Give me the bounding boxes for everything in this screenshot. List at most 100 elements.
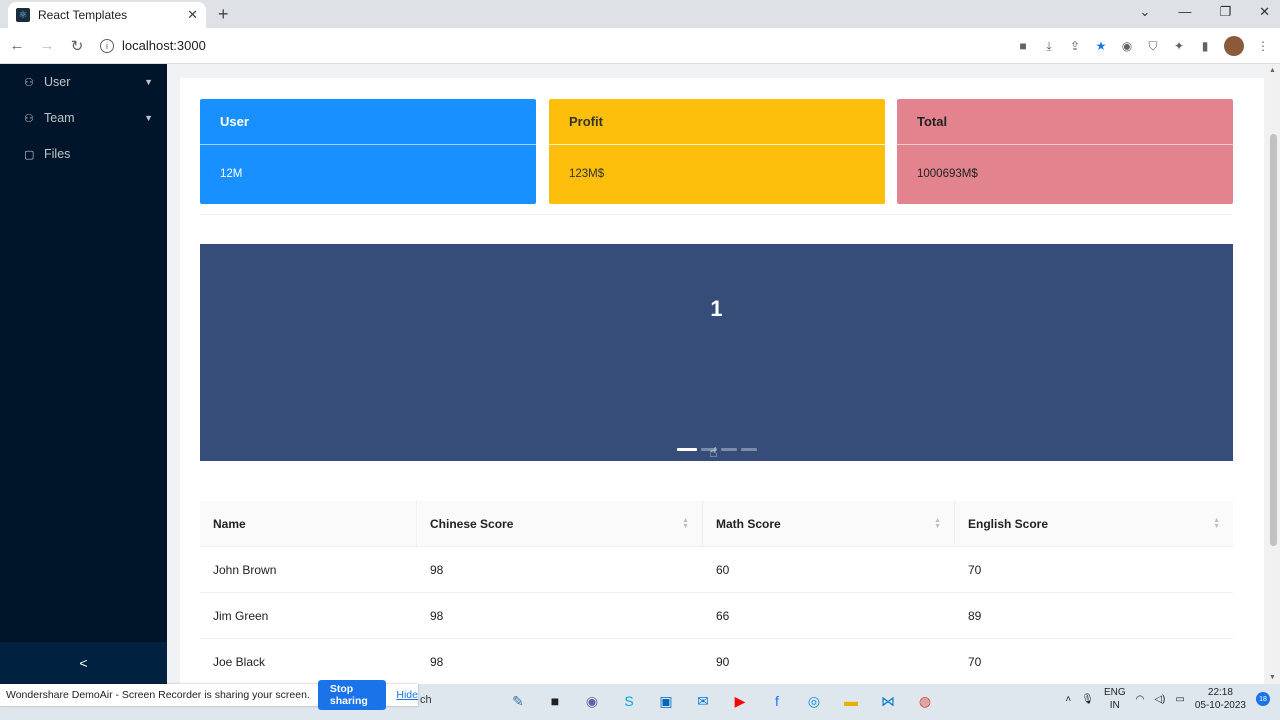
table-cell-math-score: 90 (716, 654, 730, 669)
puzzle-icon[interactable]: ✦ (1172, 39, 1186, 53)
volume-icon[interactable]: ◁) (1154, 694, 1165, 705)
hand-cursor-icon: ☝ (709, 444, 718, 460)
menu-kebab-icon[interactable]: ⋮ (1256, 39, 1270, 53)
divider (200, 214, 1232, 215)
table-cell-math-score: 60 (716, 562, 730, 577)
card-title: Total (897, 99, 1233, 145)
camera-icon[interactable]: ■ (1016, 39, 1030, 53)
table-row: Jim Green 98 66 89 (200, 593, 1233, 639)
carousel-dot[interactable] (720, 448, 737, 451)
browser-tab[interactable]: ⚛ React Templates ✕ (8, 2, 206, 28)
sort-icon[interactable]: ▲ ▼ (682, 517, 689, 530)
user-stat-card: User 12M (200, 99, 536, 204)
clock-time: 22:18 (1207, 687, 1233, 698)
shield-icon[interactable]: ⛉ (1146, 39, 1160, 53)
column-header-chinese-score[interactable]: Chinese Score ▲ ▼ (417, 501, 703, 546)
clock-date: 05-10-2023 (1194, 700, 1246, 711)
forward-button[interactable]: → (34, 37, 60, 54)
sidebar-item-label: User (44, 75, 71, 89)
content-panel: User 12M Profit 123M$ Total 1000693M$ 1 (180, 78, 1264, 698)
file-explorer-icon[interactable]: ▬ (839, 690, 863, 712)
taskbar-search-text[interactable]: ch (420, 694, 432, 706)
carousel[interactable]: 1 (200, 244, 1233, 461)
new-tab-button[interactable]: + (218, 4, 229, 25)
side-panel-icon[interactable]: ▮ (1198, 39, 1212, 53)
teams-icon[interactable]: ◉ (580, 690, 604, 712)
table-header-row: Name Chinese Score ▲ ▼ Math Score ▲ ▼ Engl… (200, 501, 1233, 547)
scroll-down-icon[interactable]: ▼ (1269, 674, 1276, 681)
carousel-slide-label: 1 (710, 296, 723, 321)
sidebar-item-user[interactable]: ⚇ User ▼ (0, 64, 167, 100)
mail-icon[interactable]: ✉ (691, 690, 715, 712)
language-code: ENG (1103, 687, 1126, 698)
page-scrollbar[interactable]: ▲ ▼ (1267, 64, 1280, 684)
column-header-english-score[interactable]: English Score ▲ ▼ (955, 501, 1233, 546)
chevron-up-icon[interactable]: ˄ (1065, 694, 1071, 705)
language-indicator[interactable]: ENG IN (1104, 686, 1126, 712)
store-icon[interactable]: ▣ (654, 690, 678, 712)
profit-stat-card: Profit 123M$ (549, 99, 885, 204)
address-bar: ← → ↻ i localhost:3000 ■ ⤓ ⇪ ★ ◉ ⛉ ✦ ▮ ⋮ (0, 28, 1280, 64)
search-highlight-icon[interactable]: ✎ (506, 690, 530, 712)
column-header-label: Name (213, 516, 246, 531)
minimize-button[interactable]: — (1178, 4, 1191, 20)
user-icon: ⚇ (24, 76, 34, 89)
sidebar-item-team[interactable]: ⚇ Team ▼ (0, 100, 167, 136)
edge-icon[interactable]: ◎ (802, 690, 826, 712)
screen-sharing-message: Wondershare DemoAir - Screen Recorder is… (6, 689, 310, 701)
chevron-left-icon: < (79, 655, 88, 671)
wifi-icon[interactable]: ◠ (1136, 694, 1145, 705)
clock[interactable]: 22:18 05-10-2023 (1195, 686, 1246, 712)
taskbar-apps: ✎ ■ ◉ S ▣ ✉ ▶ f ◎ ▬ ⋈ ◍ (506, 690, 937, 712)
tab-close-icon[interactable]: ✕ (187, 7, 198, 23)
sidebar: ⚇ User ▼ ⚇ Team ▼ ▢ Files < (0, 64, 167, 684)
column-header-label: English Score (968, 516, 1049, 531)
profile-avatar[interactable] (1224, 36, 1244, 56)
battery-icon[interactable]: ▭ (1175, 694, 1184, 705)
task-view-icon[interactable]: ■ (543, 690, 567, 712)
scrollbar-thumb[interactable] (1270, 134, 1277, 546)
share-icon[interactable]: ⇪ (1068, 39, 1082, 53)
card-title: User (200, 99, 536, 145)
system-tray: ˄ 🎙 ENG IN ◠ ◁) ▭ 22:18 05-10-2023 18 (1065, 686, 1270, 712)
info-icon[interactable]: i (100, 38, 114, 53)
close-window-button[interactable]: ✕ (1259, 4, 1270, 20)
table-row: Joe Black 98 90 70 (200, 639, 1233, 685)
extension-a-icon[interactable]: ◉ (1120, 39, 1134, 53)
table-cell-chinese-score: 98 (430, 654, 444, 669)
team-icon: ⚇ (24, 112, 34, 125)
sidebar-collapse-button[interactable]: < (0, 642, 167, 684)
sort-icon[interactable]: ▲ ▼ (934, 517, 941, 530)
back-button[interactable]: ← (4, 37, 30, 54)
scroll-up-icon[interactable]: ▲ (1269, 67, 1276, 74)
stop-sharing-button[interactable]: Stop sharing (317, 680, 387, 710)
facebook-icon[interactable]: f (765, 690, 789, 712)
url-field[interactable]: i localhost:3000 (100, 38, 206, 53)
table-cell-name: John Brown (213, 562, 277, 577)
sort-icon[interactable]: ▲ ▼ (1213, 517, 1220, 530)
reload-button[interactable]: ↻ (64, 37, 90, 55)
microphone-icon[interactable]: 🎙 (1081, 694, 1094, 705)
restore-button[interactable]: ❐ (1219, 4, 1231, 20)
card-value: 1000693M$ (917, 168, 978, 180)
chrome-icon[interactable]: ◍ (913, 690, 937, 712)
skype-icon[interactable]: S (617, 690, 641, 712)
column-header-label: Math Score (716, 516, 781, 531)
tab-search-icon[interactable]: ⌄ (1140, 4, 1151, 20)
column-header-math-score[interactable]: Math Score ▲ ▼ (703, 501, 955, 546)
install-icon[interactable]: ⤓ (1042, 39, 1056, 53)
vscode-icon[interactable]: ⋈ (876, 690, 900, 712)
sidebar-item-files[interactable]: ▢ Files (0, 136, 167, 172)
youtube-icon[interactable]: ▶ (728, 690, 752, 712)
bookmark-star-icon[interactable]: ★ (1094, 39, 1108, 53)
table-cell-name: Jim Green (213, 608, 269, 623)
hide-link[interactable]: Hide (396, 689, 418, 701)
window-controls: ⌄ — ❐ ✕ (1140, 4, 1270, 20)
notification-badge[interactable]: 18 (1256, 692, 1270, 706)
table-cell-english-score: 70 (968, 562, 982, 577)
chevron-down-icon: ▼ (144, 113, 153, 123)
carousel-dot[interactable] (676, 448, 697, 451)
table-cell-math-score: 66 (716, 608, 730, 623)
carousel-dot[interactable] (740, 448, 757, 451)
browser-tab-bar: ⚛ React Templates ✕ + ⌄ — ❐ ✕ (0, 0, 1280, 28)
